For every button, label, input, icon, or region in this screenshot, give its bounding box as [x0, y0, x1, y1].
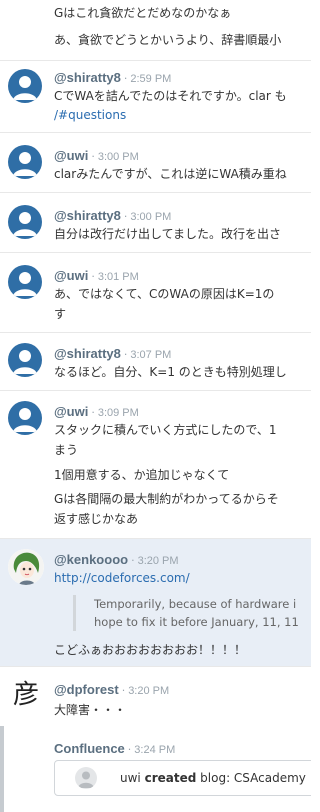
username[interactable]: @shiratty8: [54, 70, 121, 85]
message-line: す: [54, 307, 67, 321]
integration-message: Confluence · 3:24 PM uwi created blog: CSA…: [0, 726, 311, 812]
timestamp[interactable]: 3:00 PM: [98, 151, 139, 163]
timestamp[interactable]: 3:09 PM: [98, 407, 139, 419]
username[interactable]: @dpforest: [54, 682, 119, 697]
message-line: Gは各間隔の最大制約がわかってるからそ: [54, 492, 279, 506]
activity-action: created: [144, 771, 197, 785]
username[interactable]: @kenkoooo: [54, 552, 128, 567]
timestamp[interactable]: 3:24 PM: [134, 744, 175, 756]
activity-actor[interactable]: uwi: [120, 771, 141, 785]
message-line: 返す感じかなあ: [54, 512, 139, 526]
person-avatar-icon[interactable]: [8, 343, 42, 377]
message-item: @uwi · 3:00 PM clarみたんですが、これは逆にWA積み重ね: [0, 132, 311, 192]
message-item: @uwi · 3:01 PM あ、ではなくて、CのWAの原因はK=1の す: [0, 252, 311, 332]
person-avatar-icon[interactable]: [8, 145, 42, 179]
message-link[interactable]: /#questions: [54, 108, 126, 122]
message-item: @shiratty8 · 3:00 PM 自分は改行だけ出してました。改行を出さ: [0, 192, 311, 252]
activity-target[interactable]: blog: CSAcademy: [200, 771, 306, 785]
username[interactable]: @uwi: [54, 268, 88, 283]
timestamp[interactable]: 3:07 PM: [130, 349, 171, 361]
message-item: 彦 @dpforest · 3:20 PM 大障害・・・: [0, 666, 311, 724]
timestamp[interactable]: 3:00 PM: [130, 211, 171, 223]
message-line: あ、貪欲でどうとかいうより、辞書順最小: [54, 33, 282, 47]
timestamp[interactable]: 2:59 PM: [130, 73, 171, 85]
message-item-highlighted: @kenkoooo · 3:20 PM http://codeforces.com/…: [0, 538, 311, 666]
username[interactable]: @uwi: [54, 148, 88, 163]
message-item: @uwi · 3:09 PM スタックに積んでいく方式にしたので、1 まう 1個用意…: [0, 390, 311, 538]
message-line: 大障害・・・: [54, 703, 127, 717]
message-continuation: Gはこれ貪欲だとだめなのかなぁ あ、貪欲でどうとかいうより、辞書順最小: [0, 0, 311, 60]
message-line: こどふぁおおおおおおおお！！！！: [54, 643, 247, 657]
activity-card[interactable]: uwi created blog: CSAcademy: [54, 760, 311, 796]
person-avatar-icon[interactable]: [8, 205, 42, 239]
message-line: clarみたんですが、これは逆にWA積み重ね: [54, 167, 287, 181]
message-line: まう: [54, 443, 79, 457]
person-avatar-icon[interactable]: [8, 265, 42, 299]
timestamp[interactable]: 3:01 PM: [98, 271, 139, 283]
person-avatar-icon[interactable]: [8, 69, 42, 103]
integration-bar: [0, 726, 4, 812]
activity-text: uwi created blog: CSAcademy: [120, 771, 306, 785]
message-line: 1個用意する、か追加じゃなくて: [54, 468, 230, 482]
timestamp[interactable]: 3:20 PM: [138, 555, 179, 567]
message-line: CでWAを詰んでたのはそれですか。clar も: [54, 89, 287, 103]
timestamp[interactable]: 3:20 PM: [128, 685, 169, 697]
message-line: 自分は改行だけ出してました。改行を出さ: [54, 227, 282, 241]
username[interactable]: @shiratty8: [54, 346, 121, 361]
message-link[interactable]: http://codeforces.com/: [54, 571, 190, 585]
kanji-avatar-icon[interactable]: 彦: [10, 679, 42, 711]
username[interactable]: @shiratty8: [54, 208, 121, 223]
message-line: スタックに積んでいく方式にしたので、1: [54, 423, 277, 437]
anime-avatar-icon[interactable]: [8, 549, 44, 585]
person-avatar-icon[interactable]: [8, 401, 42, 435]
person-avatar-icon: [75, 767, 97, 789]
message-line: Gはこれ貪欲だとだめなのかなぁ: [54, 6, 232, 20]
username[interactable]: @uwi: [54, 404, 88, 419]
quote-line: Temporarily, because of hardware i: [94, 597, 297, 611]
message-line: あ、ではなくて、CのWAの原因はK=1の: [54, 287, 275, 301]
message-item: @shiratty8 · 3:07 PM なるほど。自分、K=1 のときも特別処理し: [0, 332, 311, 390]
link-preview-quote: Temporarily, because of hardware i hope …: [73, 595, 299, 631]
message-item: @shiratty8 · 2:59 PM CでWAを詰んでたのはそれですか。clar…: [0, 60, 311, 132]
integration-name[interactable]: Confluence: [54, 741, 125, 756]
quote-line: hope to fix it before January, 11, 11: [94, 615, 299, 629]
message-line: なるほど。自分、K=1 のときも特別処理し: [54, 365, 287, 379]
